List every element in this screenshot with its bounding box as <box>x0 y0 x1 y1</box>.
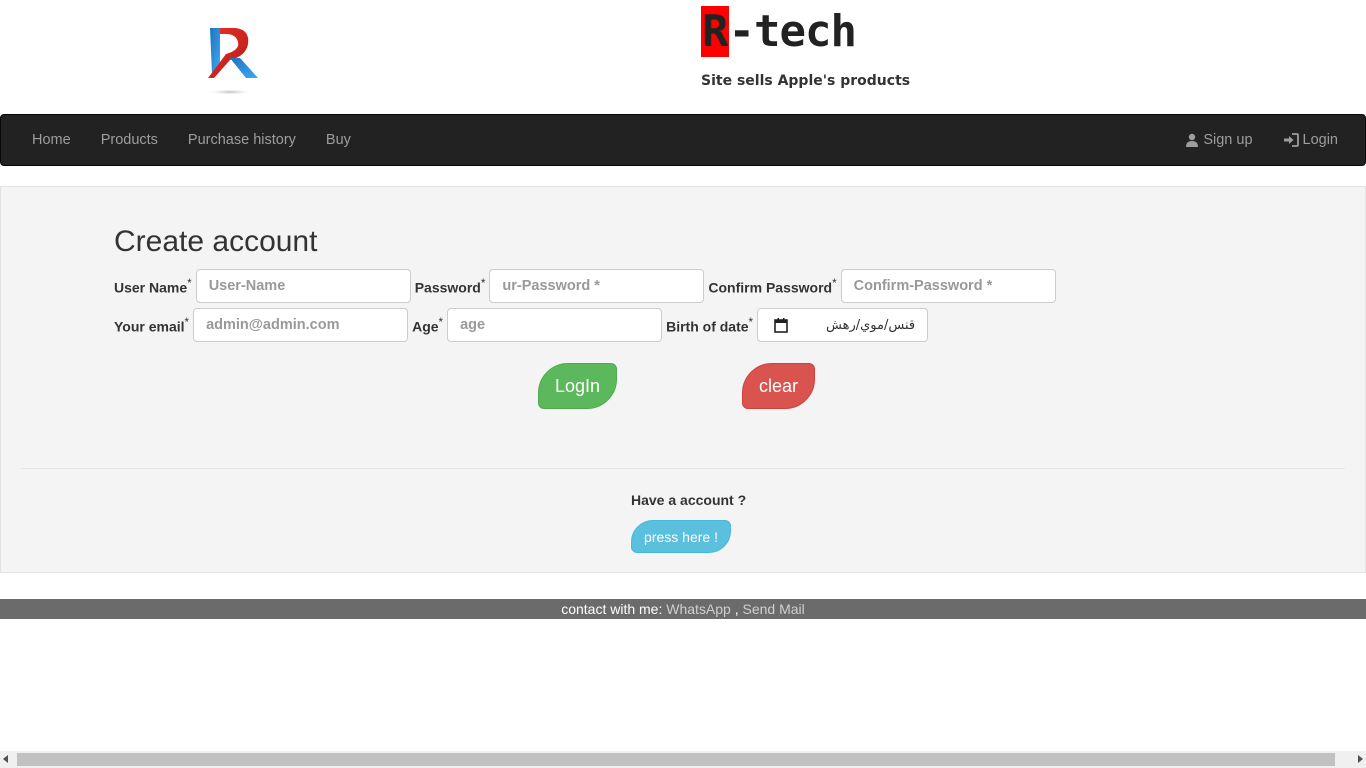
scroll-thumb[interactable] <box>17 753 1335 766</box>
nav-home[interactable]: Home <box>17 115 86 165</box>
confirm-password-label: Confirm Password* <box>708 276 837 296</box>
footer: contact with me: WhatsApp , Send Mail <box>0 599 1366 619</box>
form-row-credentials: User Name* Password* Confirm Password* <box>114 269 1060 303</box>
have-account-text: Have a account ? <box>631 492 747 508</box>
site-header: R-tech Site sells Apple's products <box>0 0 1366 114</box>
brand-rest: -tech <box>728 6 857 57</box>
user-icon <box>1186 133 1199 147</box>
scroll-left-icon[interactable] <box>3 755 8 763</box>
send-mail-link[interactable]: Send Mail <box>743 601 805 617</box>
password-input[interactable] <box>489 269 705 303</box>
nav-purchase-history[interactable]: Purchase history <box>173 115 311 165</box>
login-button[interactable]: LogIn <box>538 363 617 409</box>
brand-subtitle: Site sells Apple's products <box>701 73 911 89</box>
birth-date-input[interactable]: قنس/موي/رهش <box>757 308 929 342</box>
nav-left: Home Products Purchase history Buy <box>17 115 366 165</box>
scroll-right-icon[interactable] <box>1358 755 1363 763</box>
footer-separator: , <box>734 601 739 617</box>
login-label: Login <box>1302 132 1338 148</box>
login-icon <box>1283 133 1299 147</box>
nav-buy[interactable]: Buy <box>311 115 366 165</box>
username-label: User Name* <box>114 276 192 296</box>
brand-initial: R <box>701 6 729 57</box>
username-input[interactable] <box>195 269 411 303</box>
password-label: Password* <box>414 276 486 296</box>
clear-button[interactable]: clear <box>742 363 815 409</box>
birth-date-value: قنس/موي/رهش <box>826 317 916 333</box>
confirm-password-input[interactable] <box>840 269 1056 303</box>
age-label: Age* <box>412 315 444 335</box>
nav-sign-up[interactable]: Sign up <box>1170 115 1267 165</box>
press-here-button[interactable]: press here ! <box>631 520 731 553</box>
form-title: Create account <box>114 225 318 258</box>
footer-prefix: contact with me: <box>561 601 663 617</box>
sign-up-label: Sign up <box>1203 132 1253 148</box>
main-navbar: Home Products Purchase history Buy Sign … <box>0 114 1366 166</box>
birth-date-label: Birth of date* <box>666 315 754 335</box>
nav-products[interactable]: Products <box>86 115 173 165</box>
nav-login[interactable]: Login <box>1268 115 1353 165</box>
r-logo-icon[interactable] <box>200 22 264 98</box>
horizontal-scrollbar[interactable] <box>0 751 1366 768</box>
email-input[interactable] <box>193 308 409 342</box>
email-label: Your email* <box>114 315 190 335</box>
create-account-panel: Create account User Name* Password* Conf… <box>0 186 1366 573</box>
age-input[interactable] <box>447 308 663 342</box>
divider <box>21 468 1345 469</box>
nav-right: Sign up Login <box>1170 115 1353 165</box>
calendar-icon[interactable] <box>774 317 788 333</box>
form-row-details: Your email* Age* Birth of date* قنس/موي/… <box>114 308 929 342</box>
whatsapp-link[interactable]: WhatsApp <box>666 601 731 617</box>
brand-title: R-tech <box>701 4 857 60</box>
